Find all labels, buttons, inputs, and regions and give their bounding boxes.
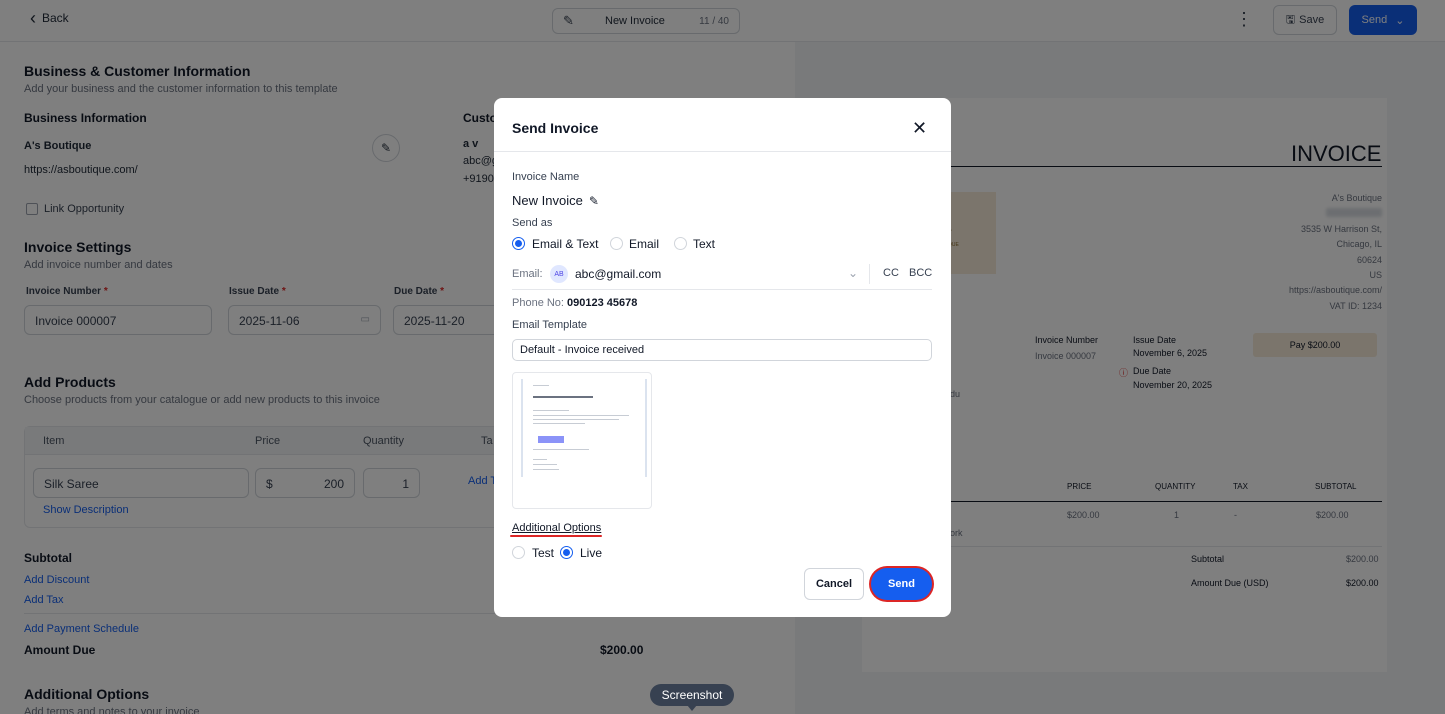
- screenshot-tooltip: Screenshot: [650, 684, 734, 711]
- cc-button[interactable]: CC: [883, 267, 899, 279]
- pencil-icon[interactable]: ✎: [589, 194, 599, 208]
- email-value: abc@gmail.com: [575, 267, 662, 281]
- cancel-button[interactable]: Cancel: [804, 568, 864, 600]
- phone-label: Phone No:: [512, 297, 564, 309]
- modal-header-divider: [494, 151, 951, 152]
- phone-value: 090123 45678: [567, 297, 638, 309]
- avatar: AB: [550, 265, 568, 283]
- email-label: Email:: [512, 268, 543, 280]
- mode-test-radio[interactable]: [512, 546, 525, 559]
- template-preview-page: [521, 379, 647, 477]
- additional-options-toggle[interactable]: Additional Options: [512, 522, 601, 534]
- invoice-name-label: Invoice Name: [512, 171, 580, 183]
- preview-line: [533, 419, 619, 420]
- email-template-select[interactable]: Default - Invoice received: [512, 339, 932, 361]
- annotation-underline: [510, 535, 602, 537]
- preview-line: [533, 449, 589, 450]
- invoice-name: New Invoice ✎: [512, 193, 599, 208]
- invoice-name-value: New Invoice: [512, 193, 583, 208]
- modal-title: Send Invoice: [512, 120, 599, 136]
- send-as-email-text-radio[interactable]: [512, 237, 525, 250]
- preview-line: [533, 459, 547, 460]
- send-as-text-radio[interactable]: [674, 237, 687, 250]
- send-as-text-label: Text: [693, 237, 716, 251]
- phone-row: Phone No: 090123 45678: [512, 297, 637, 309]
- mode-live-label: Live: [580, 546, 603, 560]
- email-template-label: Email Template: [512, 319, 587, 331]
- send-as-email-text-label: Email & Text: [532, 237, 599, 251]
- email-recipient-row[interactable]: Email: AB abc@gmail.com ⌄ CC BCC: [512, 260, 932, 290]
- send-as-label: Send as: [512, 217, 553, 229]
- close-icon[interactable]: ✕: [912, 119, 927, 137]
- preview-button: [538, 436, 564, 443]
- send-invoice-modal: Send Invoice ✕ Invoice Name New Invoice …: [494, 98, 951, 617]
- mode-live-radio[interactable]: [560, 546, 573, 559]
- send-button[interactable]: Send: [871, 568, 932, 600]
- send-as-email-label: Email: [629, 237, 660, 251]
- preview-line: [533, 410, 569, 411]
- divider: [869, 264, 870, 284]
- send-as-email-radio[interactable]: [610, 237, 623, 250]
- preview-line: [533, 464, 557, 465]
- email-template-preview: [512, 372, 652, 509]
- preview-line: [533, 423, 585, 424]
- preview-line: [533, 415, 629, 416]
- preview-line: [533, 469, 559, 470]
- mode-test-label: Test: [532, 546, 555, 560]
- preview-line: [533, 385, 549, 386]
- chevron-down-icon[interactable]: ⌄: [848, 266, 858, 280]
- preview-line: [533, 396, 593, 398]
- bcc-button[interactable]: BCC: [909, 267, 932, 279]
